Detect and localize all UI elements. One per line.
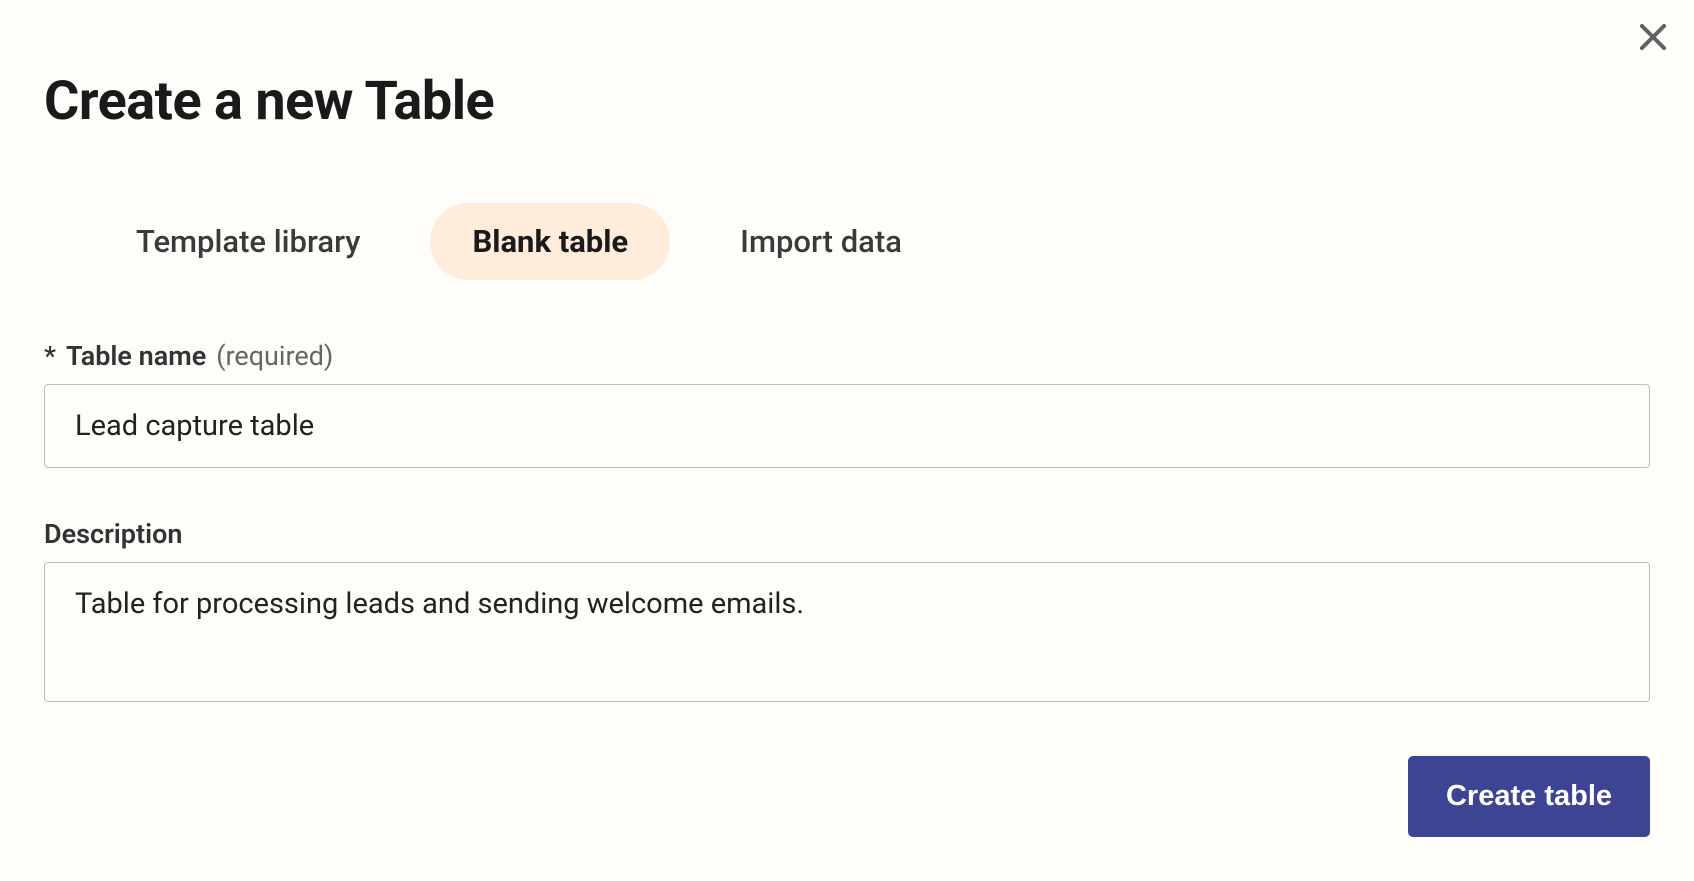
tab-blank-table[interactable]: Blank table: [430, 203, 670, 280]
required-hint: (required): [216, 340, 333, 372]
modal-footer: Create table: [44, 756, 1650, 837]
tab-list: Template library Blank table Import data: [44, 203, 1650, 280]
required-asterisk: *: [44, 340, 56, 372]
table-name-input[interactable]: [44, 384, 1650, 468]
table-name-label-row: * Table name (required): [44, 340, 1650, 372]
tab-import-data[interactable]: Import data: [698, 203, 944, 280]
table-name-group: * Table name (required): [44, 340, 1650, 468]
create-table-button[interactable]: Create table: [1408, 756, 1650, 837]
description-input[interactable]: Table for processing leads and sending w…: [44, 562, 1650, 702]
create-table-modal: Create a new Table Template library Blan…: [0, 0, 1694, 881]
tab-template-library[interactable]: Template library: [94, 203, 402, 280]
close-icon: [1634, 18, 1672, 60]
description-label-row: Description: [44, 518, 1650, 550]
description-group: Description Table for processing leads a…: [44, 518, 1650, 706]
close-button[interactable]: [1634, 18, 1672, 60]
description-label: Description: [44, 518, 182, 550]
table-name-label: Table name: [66, 340, 206, 372]
modal-title: Create a new Table: [44, 70, 1650, 133]
